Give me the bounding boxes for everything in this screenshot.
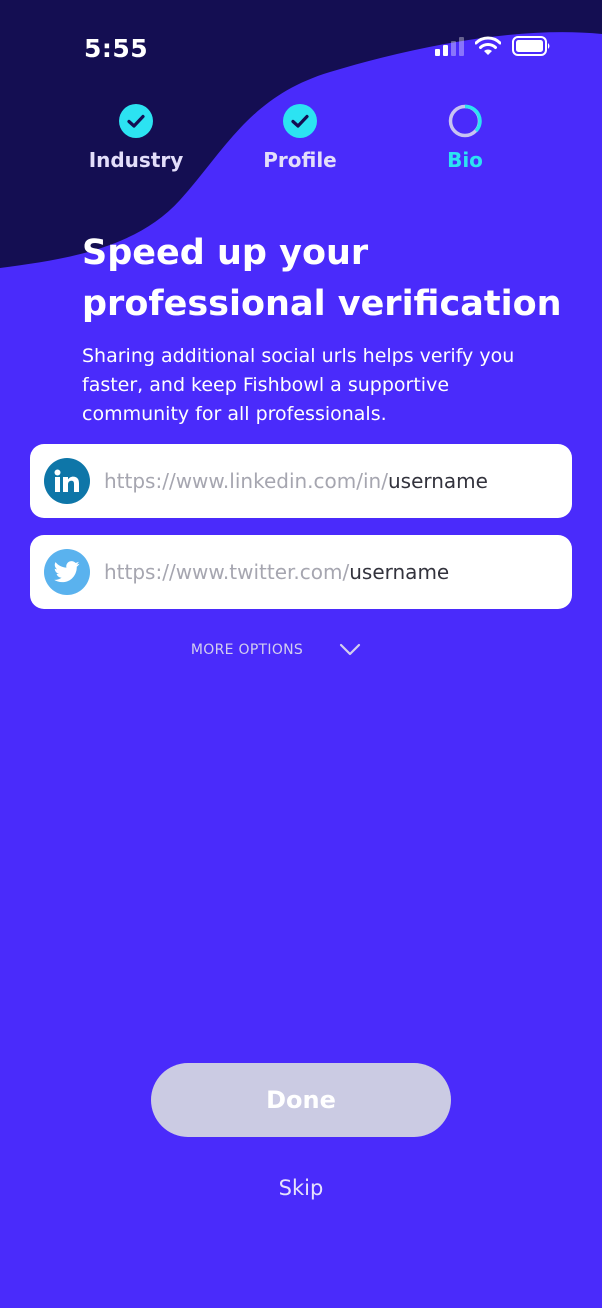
check-circle-icon	[283, 104, 317, 138]
status-icons	[435, 36, 552, 56]
twitter-url-text: https://www.twitter.com/username	[104, 560, 449, 584]
wifi-icon	[475, 36, 501, 55]
more-options-label: MORE OPTIONS	[190, 642, 304, 658]
more-options-toggle[interactable]: MORE OPTIONS	[0, 642, 602, 658]
step-label: Profile	[263, 148, 337, 172]
chevron-down-icon	[340, 643, 361, 656]
page-description: Sharing additional social urls helps ver…	[82, 345, 515, 425]
onboarding-stepper: Industry Profile Bio	[0, 104, 602, 194]
twitter-bird-glyph	[54, 561, 80, 583]
linkedin-icon	[44, 458, 90, 504]
status-time: 5:55	[84, 34, 149, 63]
linkedin-username-placeholder: username	[387, 469, 488, 493]
progress-ring-icon	[448, 104, 482, 138]
linkedin-url-text: https://www.linkedin.com/in/username	[104, 469, 488, 493]
step-profile[interactable]: Profile	[220, 104, 380, 172]
linkedin-url-field[interactable]: https://www.linkedin.com/in/username	[30, 444, 572, 518]
title-line-1: Speed up your	[82, 233, 369, 273]
cellular-signal-icon	[435, 36, 464, 56]
linkedin-logo-glyph	[54, 469, 79, 492]
step-label: Industry	[88, 148, 184, 172]
twitter-icon	[44, 549, 90, 595]
twitter-username-placeholder: username	[349, 560, 450, 584]
step-industry[interactable]: Industry	[56, 104, 216, 172]
skip-button[interactable]: Skip	[0, 1176, 602, 1200]
page-title: Speed up your professional verification	[82, 228, 562, 330]
status-bar: 5:55	[0, 0, 602, 96]
done-button[interactable]: Done	[151, 1063, 451, 1137]
twitter-url-prefix: https://www.twitter.com/	[104, 560, 350, 584]
twitter-url-field[interactable]: https://www.twitter.com/username	[30, 535, 572, 609]
title-line-2: professional verification	[82, 284, 562, 324]
step-label: Bio	[447, 148, 483, 172]
step-bio[interactable]: Bio	[385, 104, 545, 172]
linkedin-url-prefix: https://www.linkedin.com/in/	[104, 469, 388, 493]
check-circle-icon	[119, 104, 153, 138]
battery-icon	[512, 36, 550, 56]
